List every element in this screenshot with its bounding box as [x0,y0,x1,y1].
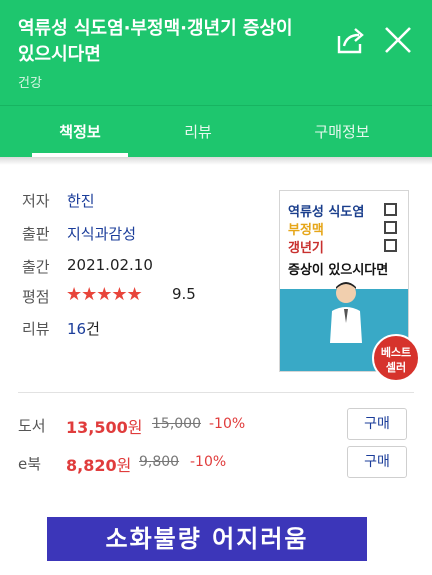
review-count-unit: 건 [86,320,100,338]
publish-date-label: 출간 [22,258,50,276]
print-book-label: 도서 [18,417,46,435]
print-book-price: 13,500원 [66,414,142,438]
cover-line4: 증상이 있으시다면 [288,263,389,278]
close-icon [385,27,411,53]
buy-print-book-button[interactable]: 구매 [347,408,407,440]
author-label: 저자 [22,192,50,210]
tab-reviews[interactable]: 리뷰 [138,106,258,158]
badge-line2: 셀러 [385,361,407,374]
checkbox-icon [384,221,397,234]
app-header: 역류성 식도염·부정맥·갱년기 증상이 있으시다면 건강 [0,0,432,105]
rating-label: 평점 [22,288,50,306]
book-title: 역류성 식도염·부정맥·갱년기 증상이 있으시다면 [18,16,338,68]
section-divider [18,392,414,393]
tab-purchase-info[interactable]: 구매정보 [272,106,412,158]
rating-value: 9.5 [172,285,196,303]
tab-bar: 책정보 리뷰 구매정보 [0,105,432,157]
price-number: 8,820 [66,456,117,475]
rating-stars: ★★★★★ [66,284,143,305]
share-button[interactable] [334,24,368,58]
author-link[interactable]: 한진 [67,190,95,211]
bestseller-badge: 베스트 셀러 [372,334,420,382]
cover-line1: 역류성 식도염 [288,205,365,220]
close-button[interactable] [380,22,416,58]
ebook-original-price: 9,800 [139,454,180,470]
ebook-price: 8,820원 [66,452,131,476]
review-count[interactable]: 16건 [67,318,100,339]
print-book-discount: -10% [209,416,246,432]
author-photo-icon [330,282,362,343]
review-count-number: 16 [67,320,87,338]
publisher-label: 출판 [22,225,50,243]
badge-line1: 베스트 [380,346,412,359]
print-book-original-price: 15,000 [152,416,201,432]
tab-book-info[interactable]: 책정보 [20,106,140,158]
publisher-link[interactable]: 지식과감성 [67,223,136,244]
review-label: 리뷰 [22,320,50,338]
book-title-line1: 역류성 식도염·부정맥·갱년기 증상이 [18,18,293,39]
category-label: 건강 [18,76,42,91]
buy-ebook-button[interactable]: 구매 [347,446,407,478]
ebook-label: e북 [18,455,42,473]
ebook-discount: -10% [190,454,227,470]
symptom-banner: 소화불량 어지러움 [47,517,367,561]
price-unit: 원 [116,456,132,475]
publish-date: 2021.02.10 [67,256,153,274]
price-number: 13,500 [66,418,128,437]
cover-line3: 갱년기 [288,241,324,256]
tab-shadow [0,157,432,165]
book-title-line2: 있으시다면 [18,44,101,65]
checkbox-icon [384,239,397,252]
checkbox-icon [384,203,397,216]
price-unit: 원 [127,418,143,437]
cover-line2: 부정맥 [288,223,324,238]
share-icon [337,28,364,54]
